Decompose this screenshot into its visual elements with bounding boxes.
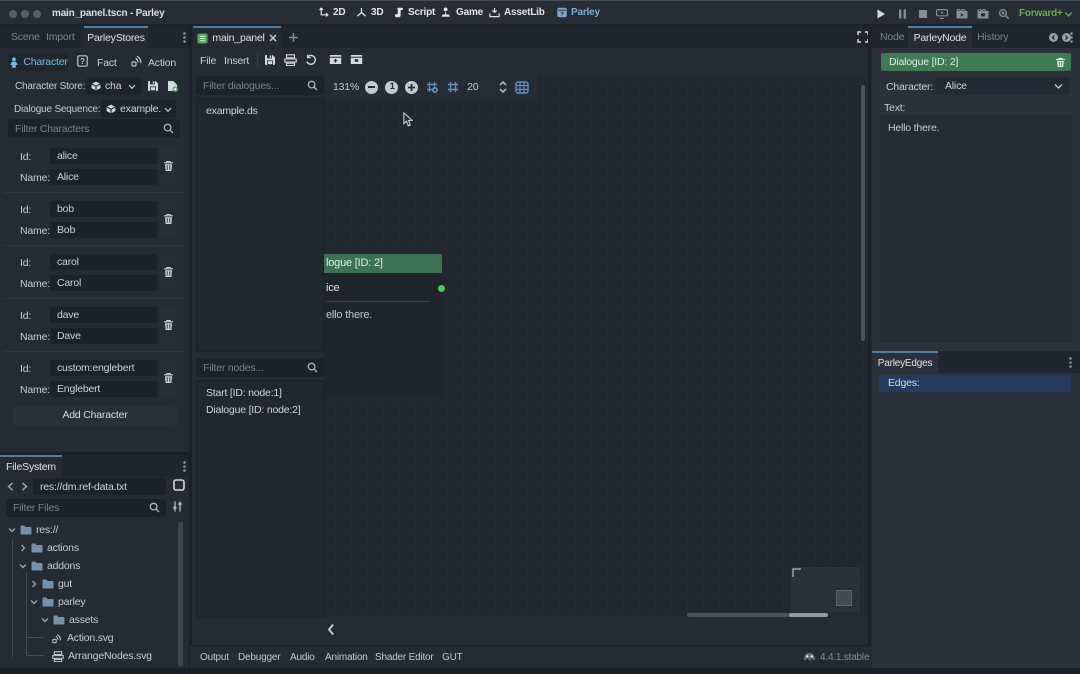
svg-text:?: ?: [80, 57, 85, 66]
